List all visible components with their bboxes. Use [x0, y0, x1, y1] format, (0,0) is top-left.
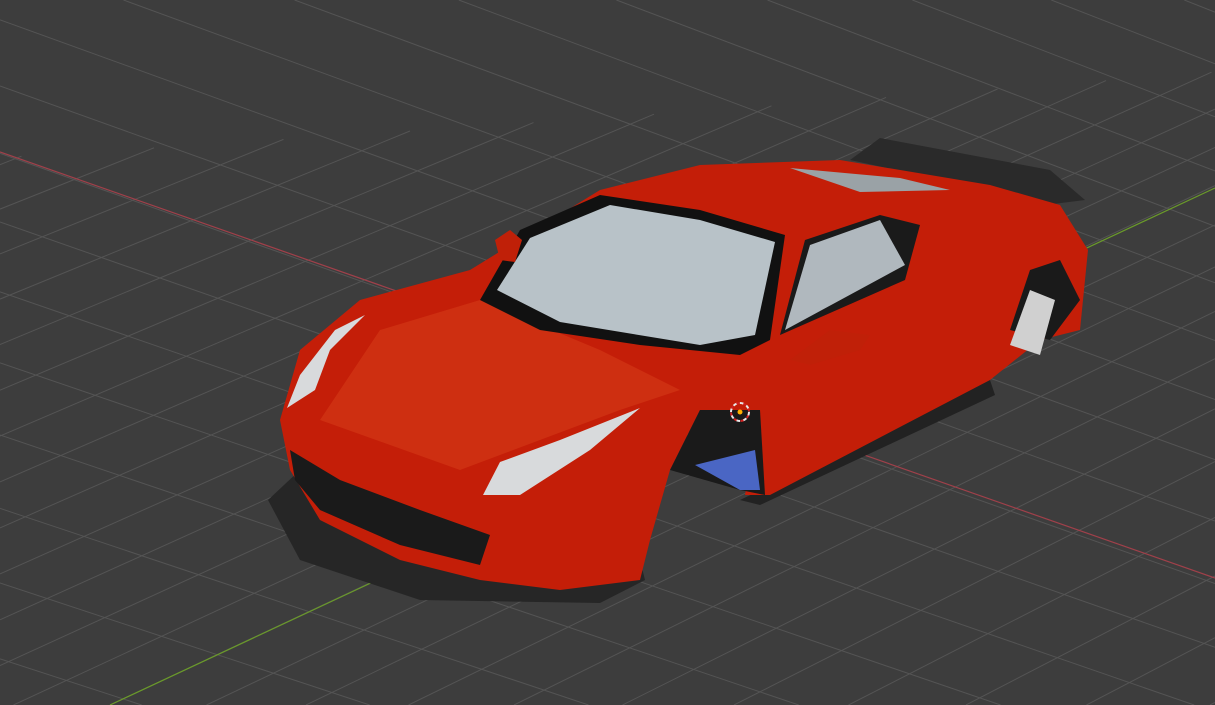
grid-line [1051, 0, 1215, 65]
grid-line [1184, 0, 1215, 13]
3d-viewport[interactable] [0, 0, 1215, 705]
grid-line [0, 658, 142, 705]
grid-line [848, 516, 1215, 705]
grid-line [767, 0, 1215, 172]
grid-line [1086, 637, 1215, 705]
viewport-canvas[interactable] [0, 0, 1215, 705]
grid-line [0, 582, 370, 705]
grid-line [965, 575, 1215, 705]
